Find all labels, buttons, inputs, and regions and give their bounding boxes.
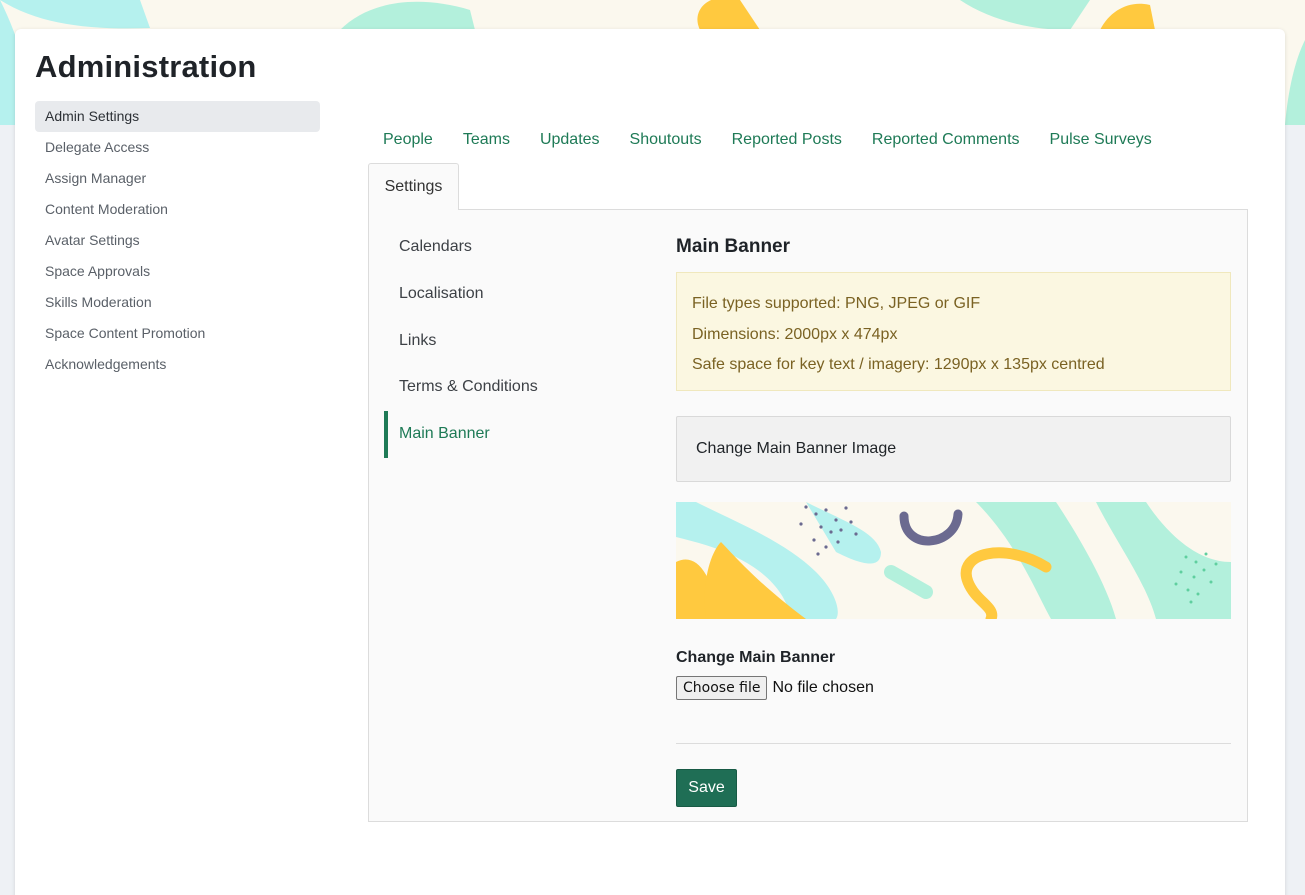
tab-row-2: Settings [368, 163, 1248, 210]
settings-menu: Calendars Localisation Links Terms & Con… [384, 224, 644, 458]
tab-row: People Teams Updates Shoutouts Reported … [368, 117, 1248, 163]
sidebar-item-admin-settings[interactable]: Admin Settings [35, 101, 320, 132]
choose-file-button[interactable]: Choose file [676, 676, 768, 700]
admin-tabs: People Teams Updates Shoutouts Reported … [368, 117, 1248, 210]
tab-settings[interactable]: Settings [368, 163, 459, 210]
info-safe-space: Safe space for key text / imagery: 1290p… [692, 356, 1105, 373]
divider [676, 743, 1231, 744]
tab-teams[interactable]: Teams [448, 131, 525, 149]
sidebar-item-assign-manager[interactable]: Assign Manager [35, 163, 320, 194]
tab-pulse-surveys[interactable]: Pulse Surveys [1035, 131, 1167, 149]
save-button[interactable]: Save [676, 769, 737, 807]
banner-preview-image [676, 502, 1231, 619]
tab-shoutouts[interactable]: Shoutouts [615, 131, 717, 149]
settings-item-main-banner[interactable]: Main Banner [384, 411, 644, 458]
sidebar-item-delegate-access[interactable]: Delegate Access [35, 132, 320, 163]
sidebar-item-space-content-promotion[interactable]: Space Content Promotion [35, 318, 320, 349]
admin-card: Administration Admin Settings Delegate A… [15, 29, 1285, 895]
banner-requirements-info: File types supported: PNG, JPEG or GIF D… [676, 272, 1231, 391]
upload-label: Change Main Banner [676, 649, 836, 666]
tab-reported-posts[interactable]: Reported Posts [717, 131, 857, 149]
file-status: No file chosen [772, 679, 874, 696]
section-title: Main Banner [676, 236, 791, 257]
settings-item-calendars[interactable]: Calendars [384, 224, 644, 271]
info-file-types: File types supported: PNG, JPEG or GIF [692, 295, 981, 312]
file-input: Choose file No file chosen [676, 676, 1231, 700]
admin-sidebar: Admin Settings Delegate Access Assign Ma… [35, 101, 320, 380]
tab-updates[interactable]: Updates [525, 131, 615, 149]
settings-item-localisation[interactable]: Localisation [384, 271, 644, 318]
sidebar-item-skills-moderation[interactable]: Skills Moderation [35, 287, 320, 318]
settings-panel: Calendars Localisation Links Terms & Con… [368, 209, 1248, 822]
tab-people[interactable]: People [368, 131, 448, 149]
settings-item-links[interactable]: Links [384, 318, 644, 365]
settings-item-terms-conditions[interactable]: Terms & Conditions [384, 364, 644, 411]
sidebar-item-space-approvals[interactable]: Space Approvals [35, 256, 320, 287]
sidebar-item-acknowledgements[interactable]: Acknowledgements [35, 349, 320, 380]
sidebar-item-avatar-settings[interactable]: Avatar Settings [35, 225, 320, 256]
page-title: Administration [35, 49, 257, 84]
info-dimensions: Dimensions: 2000px x 474px [692, 325, 898, 343]
sidebar-item-content-moderation[interactable]: Content Moderation [35, 194, 320, 225]
main-banner-section: Main Banner File types supported: PNG, J… [676, 236, 1231, 807]
tab-reported-comments[interactable]: Reported Comments [857, 131, 1035, 149]
change-banner-image-header: Change Main Banner Image [676, 416, 1231, 482]
